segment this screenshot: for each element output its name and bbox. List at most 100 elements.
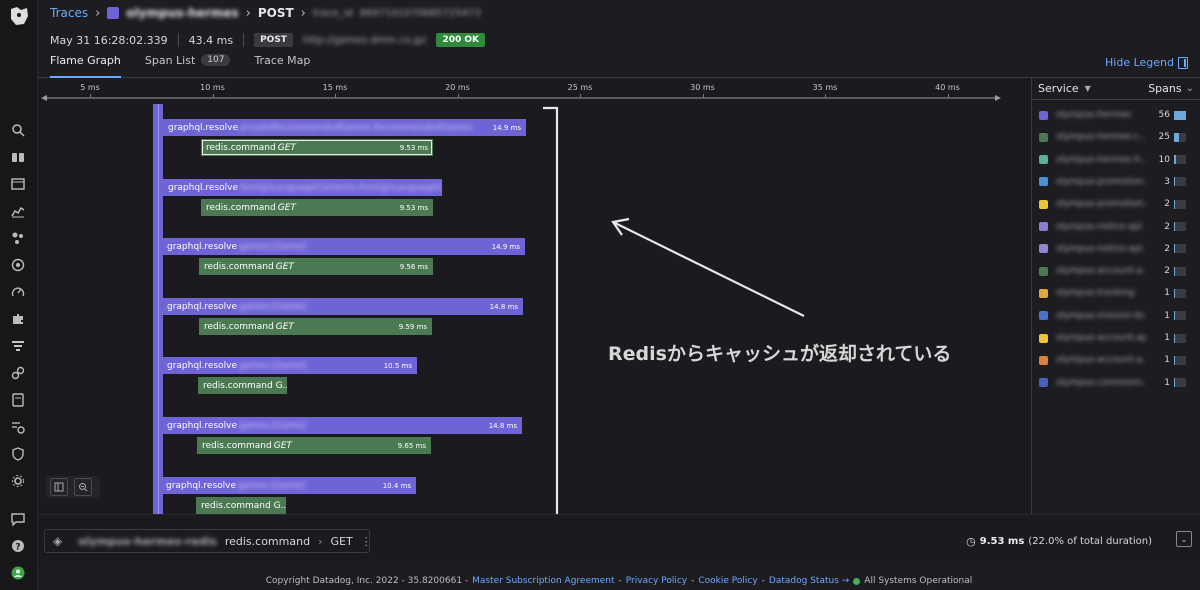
detail-duration: ◷ 9.53 ms (22.0% of total duration) — [966, 535, 1152, 548]
tab-span-list[interactable]: Span List 107 — [145, 54, 231, 78]
search-icon[interactable] — [10, 122, 26, 138]
status-dot-icon — [853, 577, 861, 585]
span-name: graphql.resolve — [167, 241, 238, 252]
span-name: redis.command G... — [201, 500, 286, 511]
legend-row[interactable]: olympus-hermes 56 — [1032, 108, 1200, 122]
target-icon[interactable] — [10, 257, 26, 273]
left-nav: ? — [0, 0, 38, 590]
legend-row[interactable]: olympus-promotion... 2 — [1032, 197, 1200, 211]
shield-icon[interactable] — [10, 446, 26, 462]
puzzle-icon[interactable] — [10, 311, 26, 327]
tab-trace-map[interactable]: Trace Map — [254, 54, 310, 78]
span-bar-redis[interactable]: redis.command G... — [198, 377, 287, 394]
span-bar-redis[interactable]: redis.command GET 9.59 ms — [199, 318, 432, 335]
separator: - — [691, 576, 695, 586]
selected-span-summary[interactable]: ◈ olympus-hermes-redis redis.command › G… — [44, 529, 372, 553]
chat-icon[interactable] — [10, 511, 26, 527]
infrastructure-icon[interactable] — [10, 230, 26, 246]
service-column-header[interactable]: Service ▼ — [1038, 82, 1091, 95]
flame-graph[interactable]: 5 ms 10 ms 15 ms 20 ms 25 ms 30 ms 35 ms 40 ms … — [38, 78, 1031, 514]
legend-row[interactable]: olympus-hermes-r... 25 — [1032, 130, 1200, 144]
span-resource: GET — [277, 202, 296, 213]
span-name: redis.command — [204, 261, 274, 272]
chart-icon[interactable] — [10, 203, 26, 219]
zoom-out-button[interactable] — [74, 478, 92, 496]
legend-row[interactable]: olympus-account-api 1 — [1032, 331, 1200, 345]
span-bar-graphql[interactable]: graphql.resolve games.[Game] 14.8 ms — [162, 417, 522, 434]
legend-row[interactable]: olympus-commonn... 1 — [1032, 376, 1200, 390]
gear-icon[interactable] — [10, 473, 26, 489]
span-bar-redis[interactable]: redis.command G... — [196, 497, 286, 514]
master-subscription-agreement-link[interactable]: Master Subscription Agreement — [472, 576, 614, 586]
legend-share-bar — [1174, 311, 1186, 321]
legend-row[interactable]: olympus-hermes-h... 10 — [1032, 153, 1200, 167]
trace-meta-row: May 31 16:28:02.339 43.4 ms POST http://… — [50, 32, 486, 48]
apm-traces-icon[interactable] — [10, 338, 26, 354]
trace-duration: 43.4 ms — [188, 33, 234, 47]
legend-row[interactable]: olympus-account-a... 1 — [1032, 353, 1200, 367]
legend-span-count: 56 — [1158, 110, 1170, 120]
legend-row[interactable]: olympus-notice-api... 2 — [1032, 242, 1200, 256]
legend-span-count: 1 — [1164, 377, 1170, 388]
span-resource: GET — [277, 142, 296, 153]
legend-row[interactable]: olympus-notice-api 2 — [1032, 220, 1200, 234]
user-avatar-icon[interactable] — [10, 565, 26, 581]
legend-service-name: olympus-commonn... — [1056, 377, 1146, 388]
legend-row[interactable]: olympus-promotion... 3 — [1032, 175, 1200, 189]
hide-legend-button[interactable]: Hide Legend — [1105, 56, 1188, 69]
dashboard-icon[interactable] — [10, 176, 26, 192]
collapse-panel-button[interactable]: ⌄ — [1176, 531, 1192, 547]
root-span-edge — [158, 104, 159, 514]
datadog-logo[interactable] — [7, 4, 31, 28]
gauge-icon[interactable] — [10, 284, 26, 300]
spans-column-header[interactable]: Spans ⌄ — [1148, 82, 1194, 95]
span-bar-redis[interactable]: redis.command GET 9.65 ms — [197, 437, 431, 454]
tab-flame-graph[interactable]: Flame Graph — [50, 54, 121, 78]
legend-row[interactable]: olympus-tracking 1 — [1032, 286, 1200, 300]
legend-service-name: olympus-notice-api... — [1056, 243, 1146, 254]
span-duration: 14.8 ms — [489, 302, 518, 311]
legend-row[interactable]: olympus-mission-br... 1 — [1032, 309, 1200, 323]
binoculars-icon[interactable] — [10, 149, 26, 165]
separator: - — [618, 576, 622, 586]
axis-tick-label: 15 ms — [322, 83, 348, 92]
logs-icon[interactable] — [10, 419, 26, 435]
span-bar-graphql[interactable]: graphql.resolve games.[Game] 14.8 ms — [162, 298, 523, 315]
axis-tick-label: 35 ms — [812, 83, 838, 92]
span-resource: games.[Game] — [238, 480, 305, 491]
legend-share-bar — [1174, 132, 1186, 142]
axis-tick-label: 5 ms — [80, 83, 100, 92]
span-bar-graphql[interactable]: graphql.resolve games.[Game] 10.5 ms — [162, 357, 417, 374]
span-bar-redis[interactable]: redis.command GET 9.53 ms — [201, 199, 433, 216]
legend-share-bar — [1174, 355, 1186, 365]
span-bar-redis[interactable]: redis.command GET 9.53 ms — [201, 139, 433, 156]
help-icon[interactable]: ? — [10, 538, 26, 554]
legend-share-fill — [1174, 199, 1175, 209]
span-bar-redis[interactable]: redis.command GET 9.56 ms — [199, 258, 433, 275]
legend-share-bar — [1174, 155, 1186, 165]
legend-service-name: olympus-account-a... — [1056, 266, 1146, 277]
breadcrumb-service[interactable]: olympus-hermes — [126, 6, 238, 20]
cookie-policy-link[interactable]: Cookie Policy — [698, 576, 757, 586]
legend-service-name: olympus-hermes-h... — [1056, 154, 1146, 165]
view-tabs: Flame Graph Span List 107 Trace Map — [50, 54, 310, 78]
span-bar-graphql[interactable]: graphql.resolve privateRecommendedGames.R… — [163, 119, 526, 136]
datadog-status-link[interactable]: Datadog Status → — [769, 576, 849, 586]
more-options-icon[interactable]: ⋮ — [361, 535, 372, 548]
legend-row[interactable]: olympus-account-a... 2 — [1032, 264, 1200, 278]
link-icon[interactable] — [10, 365, 26, 381]
divider — [177, 33, 179, 47]
span-bar-graphql[interactable]: graphql.resolve games.[Game] 10.4 ms — [161, 477, 416, 494]
legend-service-name: olympus-mission-br... — [1056, 310, 1146, 321]
notebook-icon[interactable] — [10, 392, 26, 408]
breadcrumb-traces-link[interactable]: Traces — [50, 6, 88, 20]
span-bar-graphql[interactable]: graphql.resolve games.[Game] 14.9 ms — [162, 238, 525, 255]
legend-span-count: 2 — [1164, 243, 1170, 254]
span-bar-graphql[interactable]: graphql.resolve foreignLanguageContents.F… — [163, 179, 442, 196]
span-duration: 9.53 ms — [399, 203, 428, 212]
privacy-policy-link[interactable]: Privacy Policy — [626, 576, 687, 586]
fit-view-button[interactable] — [50, 478, 68, 496]
axis-tick-mark — [90, 94, 91, 98]
legend-service-name: olympus-account-api — [1056, 333, 1146, 343]
span-name: graphql.resolve — [167, 420, 238, 431]
